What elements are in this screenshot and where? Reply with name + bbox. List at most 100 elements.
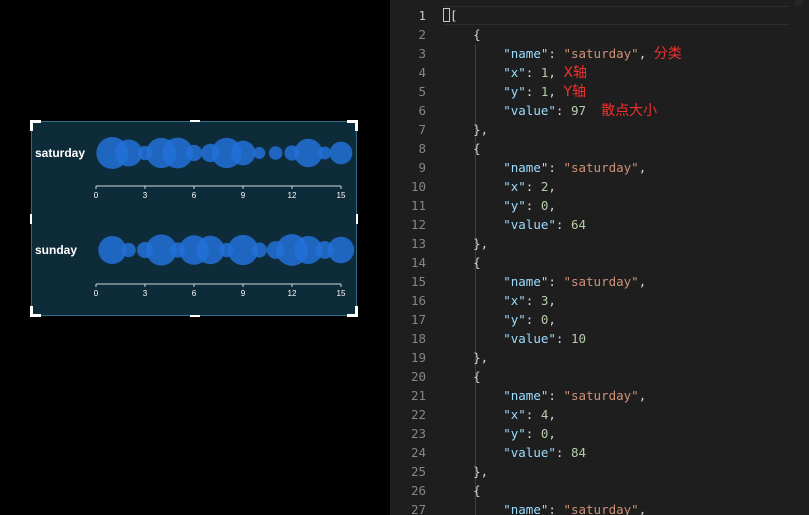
code-line[interactable]: 21 "name": "saturday", xyxy=(403,386,809,405)
code-token: "y" xyxy=(503,312,526,327)
code-text: "x": 1, X轴 xyxy=(443,63,587,83)
code-token: "x" xyxy=(503,407,526,422)
code-line[interactable]: 20 { xyxy=(403,367,809,386)
code-token: "value" xyxy=(503,331,556,346)
line-number: 9 xyxy=(418,160,426,175)
code-line[interactable]: 13 }, xyxy=(403,234,809,253)
code-token: "name" xyxy=(503,388,549,403)
code-line[interactable]: 27 "name": "saturday", xyxy=(403,500,809,515)
bubble-saturday-15[interactable] xyxy=(329,141,353,165)
code-line[interactable]: 17 "y": 0, xyxy=(403,310,809,329)
chart-pane: saturday 0 3 6 9 12 15 sunday 0 3 6 9 12 15 xyxy=(0,0,390,515)
code-token: { xyxy=(443,141,481,156)
x-tick-label-sunday-0: 0 xyxy=(94,289,99,298)
x-tick-label-saturday-9: 9 xyxy=(241,191,246,200)
code-line[interactable]: 18 "value": 10 xyxy=(403,329,809,348)
code-line[interactable]: 14 { xyxy=(403,253,809,272)
resize-handle-bottom-left[interactable] xyxy=(30,306,41,317)
code-line[interactable]: 19 }, xyxy=(403,348,809,367)
code-line[interactable]: 9 "name": "saturday", xyxy=(403,158,809,177)
code-text: "name": "saturday", 分类 xyxy=(443,44,682,64)
code-line[interactable]: 12 "value": 64 xyxy=(403,215,809,234)
code-line[interactable]: 10 "x": 2, xyxy=(403,177,809,196)
code-token: "value" xyxy=(503,217,556,232)
editor-text-area[interactable]: 1[2 {3 "name": "saturday", 分类 4 "x": 1, X… xyxy=(403,6,809,515)
code-line[interactable]: 6 "value": 97 散点大小 xyxy=(403,101,809,120)
resize-handle-bottom-right[interactable] xyxy=(347,306,358,317)
code-line[interactable]: 1[ xyxy=(403,6,809,25)
code-token: "value" xyxy=(503,103,556,118)
code-editor[interactable]: 1[2 {3 "name": "saturday", 分类 4 "x": 1, X… xyxy=(390,0,809,515)
x-tick-label-saturday-0: 0 xyxy=(94,191,99,200)
code-text: }, xyxy=(443,234,488,253)
code-token: : xyxy=(525,198,541,213)
row-label-saturday: saturday xyxy=(35,146,85,160)
code-line[interactable]: 24 "value": 84 xyxy=(403,443,809,462)
code-line[interactable]: 16 "x": 3, xyxy=(403,291,809,310)
code-text: }, xyxy=(443,120,488,139)
line-number: 5 xyxy=(418,84,426,99)
code-line[interactable]: 8 { xyxy=(403,139,809,158)
code-token: { xyxy=(443,369,481,384)
bubble-sunday-15[interactable] xyxy=(327,236,355,264)
code-token: "name" xyxy=(503,274,549,289)
line-number: 26 xyxy=(410,483,426,498)
code-line[interactable]: 15 "name": "saturday", xyxy=(403,272,809,291)
bubble-saturday-10[interactable] xyxy=(253,147,266,159)
code-token: , xyxy=(548,179,556,194)
code-text: { xyxy=(443,139,481,158)
code-token: : xyxy=(555,445,571,460)
code-line[interactable]: 22 "x": 4, xyxy=(403,405,809,424)
bubble-saturday-9[interactable] xyxy=(230,140,256,166)
bubble-saturday-11[interactable] xyxy=(268,146,283,160)
code-token: : xyxy=(525,407,541,422)
code-token: : xyxy=(555,217,571,232)
bubble-chart: saturday 0 3 6 9 12 15 sunday 0 3 6 9 12 15 xyxy=(35,137,355,298)
line-number: 1 xyxy=(418,8,426,23)
code-line[interactable]: 7 }, xyxy=(403,120,809,139)
resize-handle-top-left[interactable] xyxy=(30,120,41,131)
code-text: "x": 3, xyxy=(443,291,556,310)
code-token: : xyxy=(525,312,541,327)
code-text: "value": 64 xyxy=(443,215,586,234)
code-token: , xyxy=(638,274,647,289)
code-text: { xyxy=(443,481,481,500)
line-number: 25 xyxy=(410,464,426,479)
code-token: "saturday" xyxy=(563,274,639,289)
code-line[interactable]: 25 }, xyxy=(403,462,809,481)
code-line[interactable]: 11 "y": 0, xyxy=(403,196,809,215)
resize-handle-right[interactable] xyxy=(356,214,358,224)
code-token: , xyxy=(548,84,564,99)
code-text: "y": 0, xyxy=(443,424,556,443)
resize-handle-left[interactable] xyxy=(30,214,32,224)
code-line[interactable]: 23 "y": 0, xyxy=(403,424,809,443)
code-line[interactable]: 3 "name": "saturday", 分类 xyxy=(403,44,809,63)
bubble-saturday-6[interactable] xyxy=(185,144,203,162)
code-line[interactable]: 26 { xyxy=(403,481,809,500)
bubble-sunday-10[interactable] xyxy=(251,242,267,258)
line-number: 7 xyxy=(418,122,426,137)
code-line[interactable]: 5 "y": 1, Y轴 xyxy=(403,82,809,101)
code-line[interactable]: 4 "x": 1, X轴 xyxy=(403,63,809,82)
resize-handle-bottom[interactable] xyxy=(190,315,200,317)
code-token: : xyxy=(548,502,564,515)
code-token: }, xyxy=(443,464,489,479)
code-line[interactable]: 2 { xyxy=(403,25,809,44)
resize-handle-top[interactable] xyxy=(190,120,200,122)
bubble-saturday-14[interactable] xyxy=(318,146,332,160)
resize-handle-top-right[interactable] xyxy=(347,120,358,131)
line-number: 23 xyxy=(410,426,426,441)
code-token: : xyxy=(548,274,564,289)
x-tick-label-sunday-6: 6 xyxy=(192,289,197,298)
chart-widget[interactable]: saturday 0 3 6 9 12 15 sunday 0 3 6 9 12 15 xyxy=(30,120,358,317)
bubble-sunday-2[interactable] xyxy=(121,242,136,258)
